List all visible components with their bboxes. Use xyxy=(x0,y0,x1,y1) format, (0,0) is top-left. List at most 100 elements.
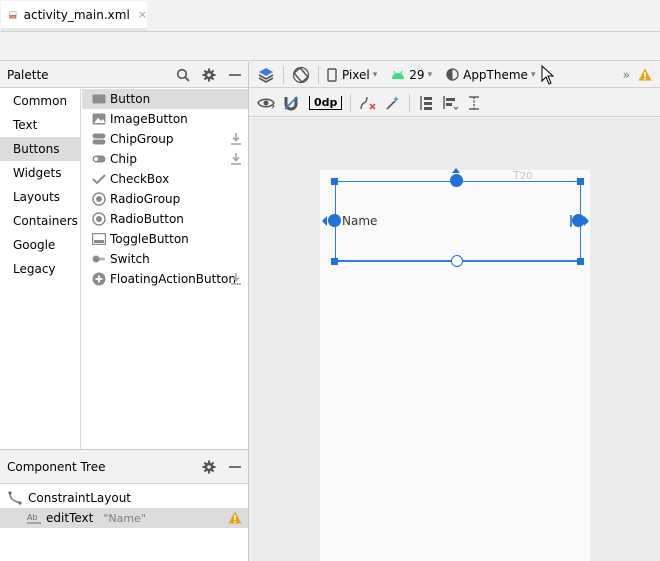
toolbar-separator xyxy=(318,65,319,84)
device-selector[interactable]: Pixel ▾ xyxy=(323,63,381,87)
theme-label: AppTheme xyxy=(463,67,528,82)
palette-item-label: ToggleButton xyxy=(110,232,189,246)
radio-button-icon xyxy=(92,212,106,226)
chip-group-icon xyxy=(92,132,106,146)
tree-row-label: editText xyxy=(46,511,94,525)
infer-constraints-icon[interactable] xyxy=(381,91,405,115)
resize-handle-top-right[interactable] xyxy=(577,178,584,185)
api-selector[interactable]: 29 ▾ xyxy=(387,63,436,87)
tree-row-edittext[interactable]: Ab editText "Name" xyxy=(0,508,248,528)
category-text[interactable]: Text xyxy=(0,113,80,137)
radio-group-icon xyxy=(92,192,106,206)
edit-text-icon: Ab xyxy=(27,513,41,524)
layers-icon[interactable] xyxy=(253,63,279,87)
design-toolbar: Pixel ▾ 29 ▾ AppTheme ▾ » xyxy=(249,62,660,88)
constraint-layout-icon xyxy=(8,491,22,505)
gear-icon[interactable] xyxy=(196,62,222,88)
chevron-down-icon: ▾ xyxy=(530,69,536,80)
tree-row-constraintlayout[interactable]: ConstraintLayout xyxy=(0,488,248,508)
svg-text:Ab: Ab xyxy=(27,513,38,522)
constraint-toolbar: 0dp xyxy=(249,89,660,117)
palette-item-chip[interactable]: Chip xyxy=(82,149,248,169)
orientation-icon[interactable] xyxy=(288,63,314,87)
palette-item-checkbox[interactable]: CheckBox xyxy=(82,169,248,189)
palette-item-radiobutton[interactable]: RadioButton xyxy=(82,209,248,229)
palette-title: Palette xyxy=(7,67,49,82)
download-icon[interactable] xyxy=(230,152,242,166)
category-buttons[interactable]: Buttons xyxy=(0,137,80,161)
resize-handle-bottom-right[interactable] xyxy=(577,258,584,265)
chevron-down-icon: ▾ xyxy=(372,69,378,80)
theme-icon xyxy=(446,68,459,81)
warning-icon[interactable] xyxy=(228,511,242,524)
top-constraint-anchor[interactable] xyxy=(450,174,463,187)
overflow-button[interactable]: » xyxy=(619,63,634,87)
category-layouts[interactable]: Layouts xyxy=(0,185,80,209)
svg-text:<>: <> xyxy=(10,14,15,18)
minimize-icon[interactable] xyxy=(222,454,248,480)
image-button-icon xyxy=(92,112,106,126)
chevron-down-icon: ▾ xyxy=(427,69,433,80)
switch-icon xyxy=(92,252,106,266)
palette-item-button[interactable]: Button xyxy=(82,89,248,109)
category-common[interactable]: Common xyxy=(0,89,80,113)
palette-item-label: RadioGroup xyxy=(110,192,181,206)
resize-handle-bottom-left[interactable] xyxy=(331,258,338,265)
editor-toolbar-band xyxy=(0,33,660,61)
palette-item-label: CheckBox xyxy=(110,172,170,186)
tree-row-label: ConstraintLayout xyxy=(28,491,132,505)
palette-item-floatingactionbutton[interactable]: FloatingActionButton xyxy=(82,269,248,289)
toolbar-separator xyxy=(350,93,352,112)
clear-constraints-icon[interactable] xyxy=(355,91,381,115)
category-containers[interactable]: Containers xyxy=(0,209,80,233)
android-icon xyxy=(392,70,405,79)
category-widgets[interactable]: Widgets xyxy=(0,161,80,185)
palette-item-label: RadioButton xyxy=(110,212,184,226)
download-icon[interactable] xyxy=(230,132,242,146)
button-icon xyxy=(92,92,106,106)
device-label: Pixel xyxy=(342,67,370,82)
category-legacy[interactable]: Legacy xyxy=(0,257,80,281)
palette-items: Button ImageButton ChipGroup Chip CheckB… xyxy=(82,89,248,449)
download-icon[interactable] xyxy=(230,272,242,286)
design-canvas[interactable]: T20 Name xyxy=(249,118,660,561)
align-icon[interactable] xyxy=(438,91,462,115)
toggle-button-icon xyxy=(92,232,106,246)
bottom-constraint-anchor[interactable] xyxy=(451,255,463,267)
minimize-icon[interactable] xyxy=(222,62,248,88)
component-tree-header: Component Tree xyxy=(0,450,248,484)
magnet-icon[interactable] xyxy=(279,91,303,115)
default-margin-button[interactable]: 0dp xyxy=(305,91,346,115)
pack-icon[interactable] xyxy=(414,91,438,115)
theme-selector[interactable]: AppTheme ▾ xyxy=(442,63,539,87)
palette-item-radiogroup[interactable]: RadioGroup xyxy=(82,189,248,209)
palette-categories: Common Text Buttons Widgets Layouts Cont… xyxy=(0,89,81,449)
eye-icon[interactable] xyxy=(253,91,279,115)
checkbox-icon xyxy=(92,172,106,186)
api-label: 29 xyxy=(409,67,425,82)
palette-item-chipgroup[interactable]: ChipGroup xyxy=(82,129,248,149)
search-icon[interactable] xyxy=(170,62,196,88)
palette-item-switch[interactable]: Switch xyxy=(82,249,248,269)
palette-item-togglebutton[interactable]: ToggleButton xyxy=(82,229,248,249)
palette-item-label: FloatingActionButton xyxy=(110,272,236,286)
right-constraint-arrow-icon xyxy=(570,215,589,227)
toolbar-separator xyxy=(283,65,284,84)
palette-item-label: Button xyxy=(110,92,151,106)
tab-label: activity_main.xml xyxy=(23,7,130,22)
close-icon[interactable]: × xyxy=(138,8,147,21)
guidelines-icon[interactable] xyxy=(462,91,486,115)
tab-activity-main[interactable]: <> activity_main.xml × xyxy=(1,1,147,31)
chip-icon xyxy=(92,152,106,166)
category-google[interactable]: Google xyxy=(0,233,80,257)
resize-handle-top-left[interactable] xyxy=(331,178,338,185)
palette-item-label: ChipGroup xyxy=(110,132,174,146)
palette-panel: Palette Common Text Buttons Widgets Layo… xyxy=(0,62,249,449)
palette-item-label: ImageButton xyxy=(110,112,188,126)
left-constraint-anchor[interactable] xyxy=(328,214,341,227)
fab-icon xyxy=(92,272,106,286)
warning-icon[interactable] xyxy=(634,63,656,87)
phone-icon xyxy=(327,67,337,82)
palette-item-imagebutton[interactable]: ImageButton xyxy=(82,109,248,129)
gear-icon[interactable] xyxy=(196,454,222,480)
